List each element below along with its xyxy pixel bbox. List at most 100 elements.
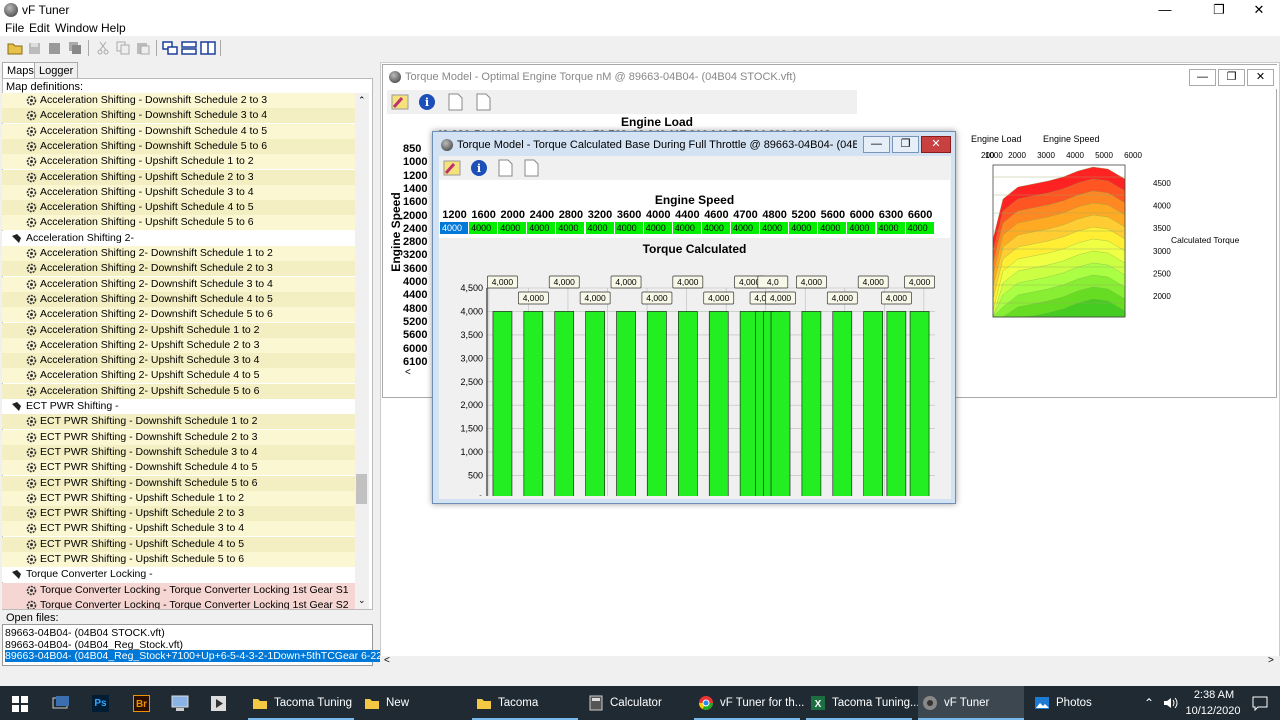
tree-map-item[interactable]: ECT PWR Shifting - Upshift Schedule 4 to… bbox=[2, 536, 355, 552]
win2-value-cell[interactable]: 4000 bbox=[643, 222, 672, 234]
taskbar-item[interactable]: vF Tuner bbox=[918, 686, 1024, 720]
taskbar-item[interactable]: Photos bbox=[1030, 686, 1120, 720]
tree-map-item[interactable]: Acceleration Shifting 2- Downshift Sched… bbox=[2, 276, 355, 292]
copy-icon[interactable] bbox=[114, 39, 132, 57]
windows-start-icon[interactable] bbox=[12, 696, 28, 712]
notifications-icon[interactable] bbox=[1252, 696, 1268, 711]
tree-scrollbar[interactable]: ⌃ ⌄ bbox=[355, 93, 369, 609]
tree-map-item[interactable]: Torque Converter Locking - Torque Conver… bbox=[2, 597, 355, 609]
tree-folder[interactable]: ECT PWR Shifting - bbox=[2, 399, 355, 414]
tree-map-item[interactable]: Torque Converter Locking - Torque Conver… bbox=[2, 582, 355, 598]
clock-time[interactable]: 2:38 AM bbox=[1186, 689, 1242, 701]
win2-value-cell[interactable]: 4000 bbox=[614, 222, 643, 234]
scroll-up-arrow-icon[interactable]: ⌃ bbox=[358, 95, 366, 106]
tree-map-item[interactable]: Acceleration Shifting - Upshift Schedule… bbox=[2, 154, 355, 170]
tree-map-item[interactable]: Acceleration Shifting - Upshift Schedule… bbox=[2, 169, 355, 185]
taskbar-item[interactable]: Tacoma Tuning bbox=[248, 686, 354, 720]
scroll-down-arrow-icon[interactable]: ⌄ bbox=[358, 595, 366, 606]
tree-map-item[interactable]: ECT PWR Shifting - Downshift Schedule 1 … bbox=[2, 414, 355, 430]
open-folder-icon[interactable] bbox=[6, 39, 24, 57]
win2-maximize-button[interactable]: ❐ bbox=[892, 136, 919, 153]
win1-maximize-button[interactable]: ❐ bbox=[1218, 69, 1245, 86]
tree-map-item[interactable]: Acceleration Shifting - Downshift Schedu… bbox=[2, 138, 355, 154]
tree-map-item[interactable]: ECT PWR Shifting - Upshift Schedule 1 to… bbox=[2, 490, 355, 506]
win2-close-button[interactable]: ✕ bbox=[921, 136, 951, 153]
taskbar-item[interactable]: Calculator bbox=[584, 686, 690, 720]
graph-wand-icon[interactable] bbox=[390, 92, 410, 112]
paste-icon[interactable] bbox=[134, 39, 152, 57]
win2-value-cell[interactable]: 4000 bbox=[789, 222, 818, 234]
tree-folder[interactable]: Torque Converter Locking - bbox=[2, 567, 355, 583]
win2-value-cell[interactable]: 4000 bbox=[760, 222, 789, 234]
menu-file[interactable]: File bbox=[5, 21, 24, 35]
graph-wand-icon[interactable] bbox=[442, 158, 462, 178]
tree-map-item[interactable]: Acceleration Shifting - Downshift Schedu… bbox=[2, 108, 355, 124]
torque-calculated-window[interactable]: Torque Model - Torque Calculated Base Du… bbox=[432, 131, 956, 504]
optimal-torque-titlebar[interactable]: Torque Model - Optimal Engine Torque nM … bbox=[383, 65, 1278, 89]
tree-folder[interactable]: Acceleration Shifting 2- bbox=[2, 230, 355, 246]
close-button[interactable]: ✕ bbox=[1236, 0, 1280, 20]
tree-map-item[interactable]: ECT PWR Shifting - Upshift Schedule 2 to… bbox=[2, 506, 355, 522]
tree-map-item[interactable]: Acceleration Shifting 2- Downshift Sched… bbox=[2, 261, 355, 277]
win2-value-cell[interactable]: 4000 bbox=[469, 222, 498, 234]
tree-map-item[interactable]: Acceleration Shifting 2- Upshift Schedul… bbox=[2, 353, 355, 369]
win2-value-cell[interactable]: 4000 bbox=[818, 222, 847, 234]
cascade-windows-icon[interactable] bbox=[161, 39, 179, 57]
tree-scroll-thumb[interactable] bbox=[356, 474, 367, 504]
save-icon[interactable] bbox=[46, 39, 64, 57]
taskbar-item[interactable]: vF Tuner for th... bbox=[694, 686, 804, 720]
tree-map-item[interactable]: ECT PWR Shifting - Downshift Schedule 3 … bbox=[2, 444, 355, 460]
menu-help[interactable]: Help bbox=[101, 21, 126, 35]
photoshop-icon[interactable]: Ps bbox=[92, 695, 109, 712]
win2-value-cell[interactable]: 4000 bbox=[847, 222, 876, 234]
tab-logger[interactable]: Logger bbox=[34, 62, 79, 78]
task-view-icon[interactable] bbox=[52, 695, 70, 711]
document-icon[interactable] bbox=[473, 92, 493, 112]
tree-map-item[interactable]: Acceleration Shifting 2- Upshift Schedul… bbox=[2, 368, 355, 384]
volume-icon[interactable] bbox=[1162, 696, 1178, 710]
tree-map-item[interactable]: Acceleration Shifting - Upshift Schedule… bbox=[2, 200, 355, 216]
info-icon[interactable]: i bbox=[469, 158, 489, 178]
minimize-button[interactable]: — bbox=[1142, 0, 1188, 20]
tray-chevron-icon[interactable]: ⌃ bbox=[1144, 696, 1154, 710]
bridge-icon[interactable]: Br bbox=[133, 695, 150, 712]
taskbar-item[interactable]: X Tacoma Tuning... bbox=[806, 686, 920, 720]
taskbar-item[interactable]: Tacoma bbox=[472, 686, 578, 720]
save-all-icon[interactable] bbox=[66, 39, 84, 57]
tree-map-item[interactable]: Acceleration Shifting 2- Downshift Sched… bbox=[2, 246, 355, 261]
tree-map-item[interactable]: Acceleration Shifting 2- Downshift Sched… bbox=[2, 291, 355, 307]
win2-value-cell[interactable]: 4000 bbox=[585, 222, 614, 234]
table-scroll-left-icon[interactable]: < bbox=[405, 367, 411, 378]
win2-value-cell[interactable]: 4000 bbox=[556, 222, 585, 234]
tree-map-item[interactable]: Acceleration Shifting 2- Upshift Schedul… bbox=[2, 337, 355, 353]
win2-value-cell[interactable]: 4000 bbox=[876, 222, 905, 234]
win2-value-cell[interactable]: 4000 bbox=[527, 222, 556, 234]
tree-map-item[interactable]: ECT PWR Shifting - Downshift Schedule 4 … bbox=[2, 460, 355, 476]
tree-map-item[interactable]: Acceleration Shifting - Upshift Schedule… bbox=[2, 184, 355, 200]
tree-map-item[interactable]: ECT PWR Shifting - Upshift Schedule 5 to… bbox=[2, 552, 355, 567]
menu-edit[interactable]: Edit bbox=[29, 21, 50, 35]
tree-map-item[interactable]: ECT PWR Shifting - Downshift Schedule 5 … bbox=[2, 475, 355, 491]
tree-map-item[interactable]: Acceleration Shifting - Downshift Schedu… bbox=[2, 123, 355, 139]
computer-icon[interactable] bbox=[171, 695, 189, 712]
scroll-right-arrow-icon[interactable]: > bbox=[1268, 655, 1274, 666]
win2-value-cell[interactable]: 4000 bbox=[498, 222, 527, 234]
clock-date[interactable]: 10/12/2020 bbox=[1180, 705, 1246, 717]
tile-vertical-icon[interactable] bbox=[199, 39, 217, 57]
mdi-horizontal-scrollbar[interactable]: < > bbox=[380, 655, 1280, 668]
menu-window[interactable]: Window bbox=[55, 21, 98, 35]
tree-map-item[interactable]: Acceleration Shifting 2- Upshift Schedul… bbox=[2, 322, 355, 338]
open-files-list[interactable]: 89663-04B04- (04B04 STOCK.vft) 89663-04B… bbox=[2, 624, 409, 666]
win2-value-cell[interactable]: 4000 bbox=[440, 222, 469, 234]
win2-value-cell[interactable]: 4000 bbox=[731, 222, 760, 234]
map-definitions-tree[interactable]: Acceleration Shifting - Downshift Schedu… bbox=[2, 93, 355, 609]
win2-minimize-button[interactable]: — bbox=[863, 136, 890, 153]
tree-map-item[interactable]: Acceleration Shifting - Upshift Schedule… bbox=[2, 215, 355, 231]
win2-value-cell[interactable]: 4000 bbox=[672, 222, 701, 234]
win2-value-cell[interactable]: 4000 bbox=[905, 222, 934, 234]
open-file-item-selected[interactable]: 89663-04B04- (04B04_Reg_Stock+7100+Up+6-… bbox=[5, 650, 409, 662]
info-icon[interactable]: i bbox=[417, 92, 437, 112]
tile-horizontal-icon[interactable] bbox=[180, 39, 198, 57]
media-player-icon[interactable] bbox=[210, 695, 227, 712]
win2-value-cell[interactable]: 4000 bbox=[701, 222, 730, 234]
